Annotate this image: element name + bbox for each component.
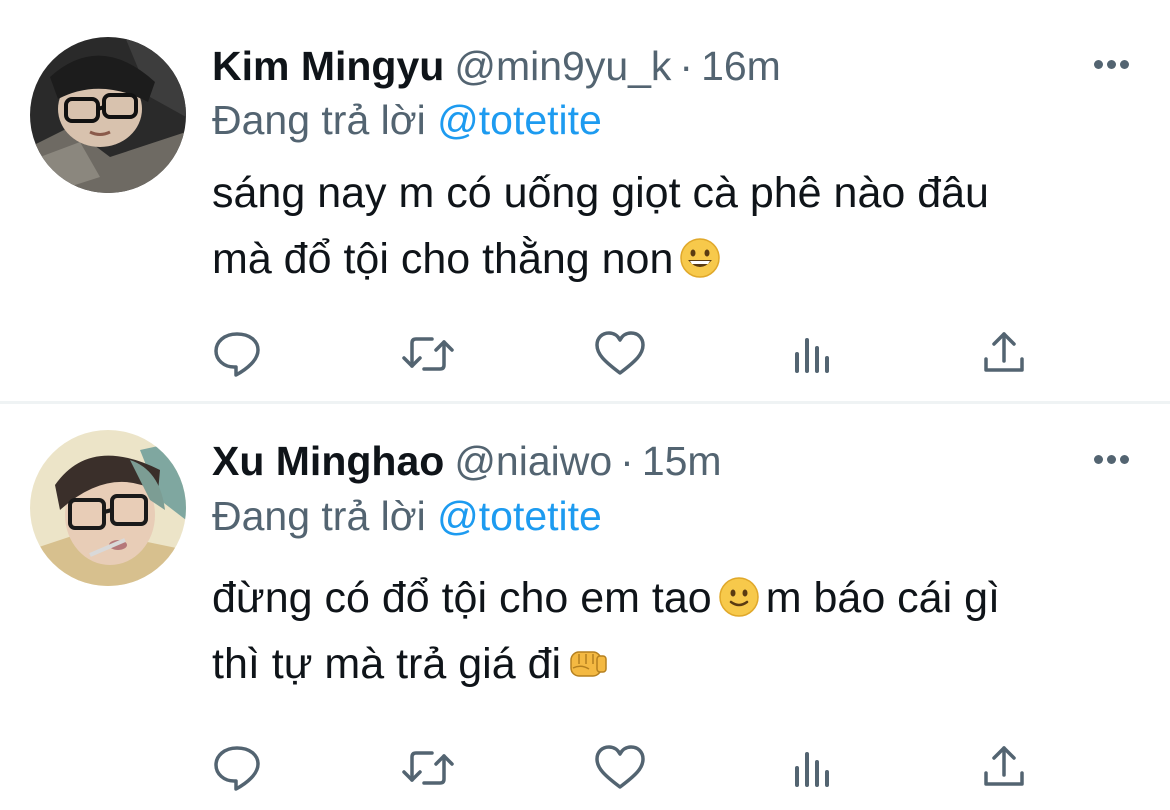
user-handle[interactable]: @min9yu_k	[454, 43, 671, 89]
more-options-icon[interactable]	[1092, 450, 1132, 470]
separator-dot: ·	[620, 438, 634, 484]
timestamp[interactable]: 15m	[642, 438, 722, 484]
tweet-text-fragment: mà đổ tội cho thằng non	[212, 235, 674, 283]
like-icon[interactable]	[590, 738, 650, 798]
replying-to: Đang trả lời @totetite	[212, 92, 602, 148]
tweet-text-fragment: m báo cái gì	[765, 574, 1000, 622]
reply-icon[interactable]	[207, 324, 267, 384]
tweet-text-line: thì tự mà trả giá đi	[212, 631, 1132, 697]
display-name[interactable]: Kim Mingyu	[212, 43, 444, 89]
tweet-actions	[0, 738, 1170, 798]
oncoming-fist-emoji	[567, 642, 609, 684]
tweet-text-line: đừng có đổ tội cho em tao m báo cái gì	[212, 565, 1132, 631]
mention-link[interactable]: @totetite	[437, 493, 602, 539]
share-icon[interactable]	[974, 738, 1034, 798]
tweet-text-fragment: đừng có đổ tội cho em tao	[212, 574, 712, 622]
retweet-icon[interactable]	[398, 324, 458, 384]
grinning-face-emoji	[679, 237, 721, 279]
retweet-icon[interactable]	[398, 738, 458, 798]
tweet-header: Xu Minghao @niaiwo · 15m	[212, 431, 1050, 491]
tweet-header: Kim Mingyu @min9yu_k · 16m	[212, 36, 1050, 96]
tweet-text: sáng nay m có uống giọt cà phê nào đâu m…	[212, 160, 1132, 292]
share-icon[interactable]	[974, 324, 1034, 384]
more-options-icon[interactable]	[1092, 55, 1132, 75]
replying-to-label: Đang trả lời	[212, 97, 426, 143]
views-icon[interactable]	[783, 324, 843, 384]
tweet-text-line: sáng nay m có uống giọt cà phê nào đâu	[212, 169, 989, 217]
tweet-item[interactable]: Xu Minghao @niaiwo · 15m Đang trả lời @tote…	[0, 404, 1170, 810]
tweet-actions	[0, 324, 1170, 384]
display-name[interactable]: Xu Minghao	[212, 438, 444, 484]
avatar[interactable]	[30, 37, 186, 193]
slightly-smiling-face-emoji	[718, 576, 760, 618]
mention-link[interactable]: @totetite	[437, 97, 602, 143]
tweet-item[interactable]: Kim Mingyu @min9yu_k · 16m Đang trả lời @to…	[0, 0, 1170, 402]
tweet-text-line: mà đổ tội cho thằng non	[212, 226, 1132, 292]
avatar[interactable]	[30, 430, 186, 586]
replying-to: Đang trả lời @totetite	[212, 488, 602, 544]
replying-to-label: Đang trả lời	[212, 493, 426, 539]
like-icon[interactable]	[590, 324, 650, 384]
user-handle[interactable]: @niaiwo	[454, 438, 612, 484]
separator-dot: ·	[679, 43, 694, 89]
reply-icon[interactable]	[207, 738, 267, 798]
tweet-text: đừng có đổ tội cho em tao m báo cái gì th…	[212, 565, 1132, 697]
timestamp[interactable]: 16m	[701, 43, 781, 89]
views-icon[interactable]	[783, 738, 843, 798]
tweet-text-fragment: thì tự mà trả giá đi	[212, 640, 562, 688]
